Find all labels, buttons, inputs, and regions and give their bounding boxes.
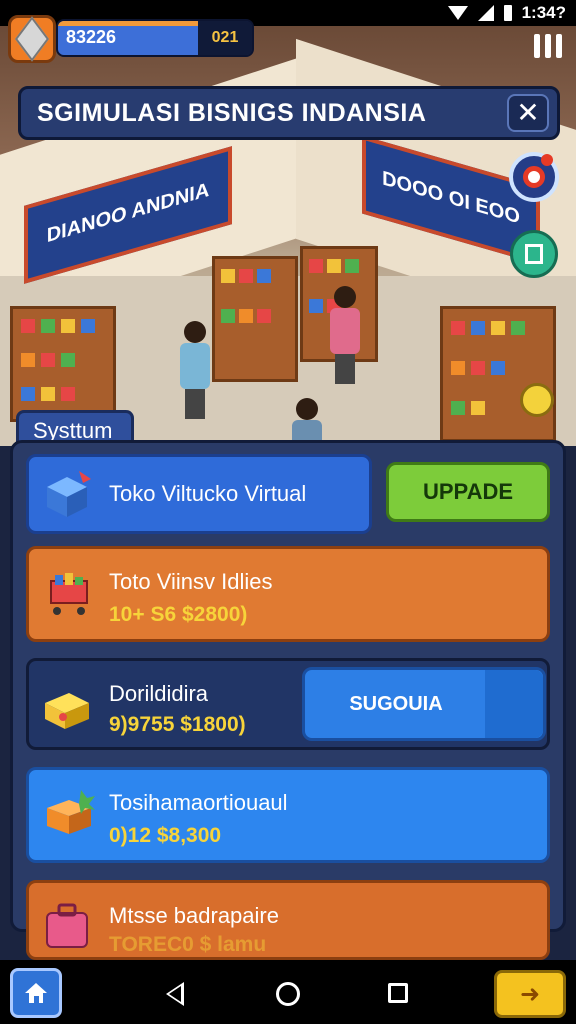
title-bar: SGIMULASI BISNIGS INDANSIA ✕: [18, 86, 560, 140]
next-button[interactable]: ➜: [494, 970, 566, 1018]
sticker-icon[interactable]: [520, 383, 554, 417]
shopping-cart-icon: [50, 573, 88, 615]
back-icon[interactable]: [166, 982, 184, 1006]
suitcase-icon: [46, 903, 88, 948]
item-name-2: Dorildidira: [109, 681, 209, 706]
next-icon: ➜: [519, 980, 541, 1008]
item-price-1: 10+ S6 $2800): [109, 603, 248, 626]
close-button[interactable]: ✕: [507, 94, 549, 132]
wifi-icon: [447, 6, 468, 20]
battery-icon: [503, 5, 512, 21]
document-icon[interactable]: [510, 230, 558, 278]
box-icon[interactable]: [8, 15, 56, 63]
shelf-far-right: [440, 306, 556, 442]
box-icon: [47, 471, 91, 517]
upgrade-button[interactable]: UPPADE: [386, 462, 550, 522]
yellow-box-icon: [45, 693, 89, 729]
item-name-4: Mtsse badrapaire: [109, 903, 279, 928]
item-card-4[interactable]: Mtsse badrapaire TOREC0 $ lamu: [26, 880, 550, 960]
close-icon: ✕: [516, 96, 540, 129]
upgrade-card[interactable]: Toko Viltucko Virtual: [26, 454, 372, 534]
shelf-center: [212, 256, 298, 382]
item-name-1: Toto Viinsv Idlies: [109, 569, 273, 594]
item-price-3: 0)12 $8,300: [109, 824, 222, 847]
game-title: SGIMULASI BISNIGS INDANSIA: [37, 99, 427, 127]
item-price-4: TOREC0 $ lamu: [109, 933, 267, 956]
item-action-button[interactable]: SUGOUIA: [302, 667, 546, 741]
target-icon[interactable]: [509, 152, 559, 202]
clock: 1:34?: [521, 3, 566, 22]
score-progress: [58, 21, 203, 26]
home-icon: [25, 983, 47, 1003]
item-action-label: SUGOUIA: [349, 693, 443, 715]
customer-front[interactable]: [292, 398, 322, 446]
upgrade-item-name: Toko Viltucko Virtual: [109, 481, 307, 506]
nav-home-icon[interactable]: [276, 982, 300, 1006]
package-icon: [47, 790, 95, 834]
level-value: 021: [198, 21, 252, 55]
item-card-3[interactable]: Tosihamaortiouaul 0)12 $8,300: [26, 767, 550, 863]
shelf-left: [10, 306, 116, 422]
customer-right[interactable]: [330, 286, 360, 384]
recent-apps-icon[interactable]: [388, 983, 408, 1003]
score-value: 83226: [66, 27, 117, 47]
item-card-1[interactable]: Toto Viinsv Idlies 10+ S6 $2800): [26, 546, 550, 642]
item-name-3: Tosihamaortiouaul: [109, 790, 288, 815]
pause-icon: [534, 34, 540, 58]
item-price-2: 9)9755 $1800): [109, 713, 246, 736]
customer-left[interactable]: [180, 321, 210, 419]
signal-icon: [477, 5, 494, 21]
pause-button[interactable]: [534, 34, 564, 60]
score-bar: 83226 021: [56, 19, 254, 57]
home-button[interactable]: [10, 968, 62, 1018]
